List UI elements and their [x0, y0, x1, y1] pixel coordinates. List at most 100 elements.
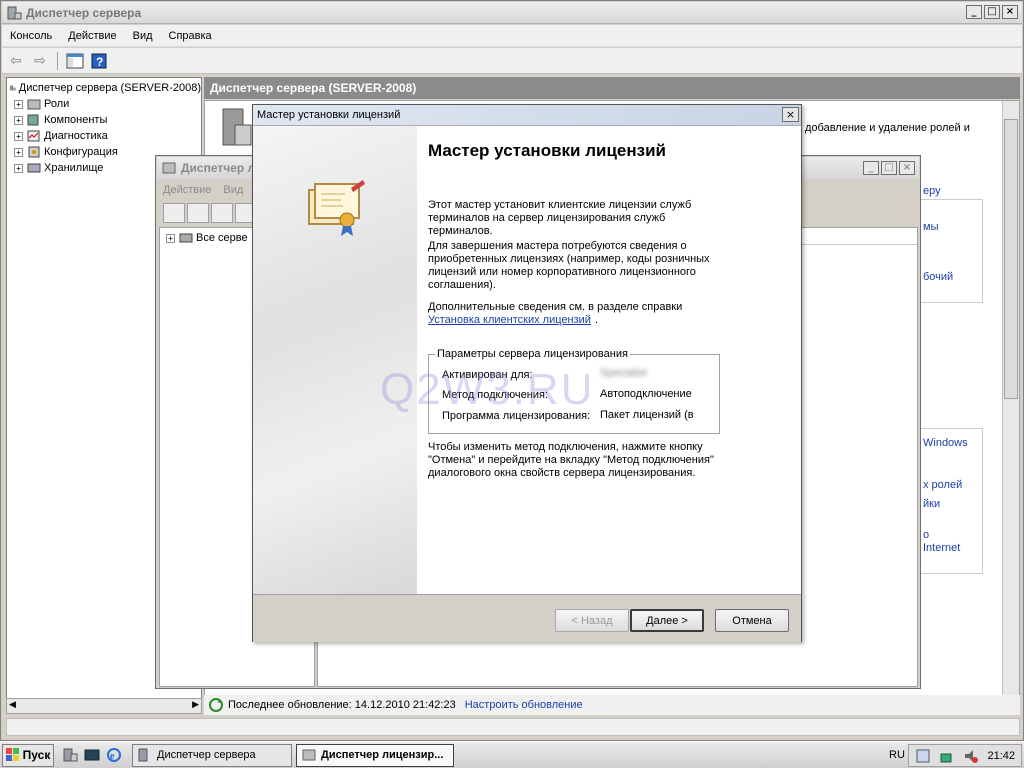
- tree-root[interactable]: Диспетчер сервера (SERVER-2008): [7, 80, 201, 96]
- wizard-requirements-text: Для завершения мастера потребуются сведе…: [428, 240, 710, 291]
- wizard-close-button[interactable]: ×: [782, 107, 799, 122]
- toolbar-separator: [57, 51, 58, 70]
- details-vertical-scrollbar[interactable]: [1002, 101, 1019, 695]
- network-icon[interactable]: [939, 748, 955, 764]
- back-button[interactable]: < Назад: [555, 609, 629, 632]
- menu-console[interactable]: Консоль: [2, 30, 60, 42]
- maximize-button[interactable]: □: [984, 5, 1000, 19]
- wizard-side-banner: [253, 126, 417, 594]
- last-update-text: Последнее обновление: 14.12.2010 21:42:2…: [228, 699, 456, 711]
- side-panel-box: [919, 199, 983, 303]
- menu-view[interactable]: Вид: [125, 30, 161, 42]
- expand-icon[interactable]: +: [14, 131, 23, 141]
- scroll-left-icon[interactable]: ◀: [9, 699, 16, 710]
- start-label: Пуск: [22, 748, 51, 762]
- tree-item-roles[interactable]: + Роли: [7, 96, 201, 112]
- diagnostics-icon: [27, 130, 40, 142]
- lic-tool-button[interactable]: [211, 203, 233, 223]
- show-hide-console-tree-icon[interactable]: [65, 51, 85, 71]
- task-label: Диспетчер сервера: [157, 749, 256, 761]
- clock[interactable]: 21:42: [987, 750, 1015, 762]
- period-text: .: [595, 314, 599, 326]
- wizard-intro-text: Этот мастер установит клиентские лицензи…: [428, 199, 692, 237]
- details-header: Диспетчер сервера (SERVER-2008): [204, 77, 1020, 99]
- wizard-help-text: Дополнительные сведения см. в разделе сп…: [428, 301, 683, 313]
- group-title: Параметры сервера лицензирования: [435, 348, 630, 360]
- task-label: Диспетчер лицензир...: [321, 749, 444, 761]
- expand-icon[interactable]: +: [14, 99, 23, 109]
- tree-horizontal-scrollbar[interactable]: ◀ ▶: [6, 698, 202, 714]
- lic-menu-view[interactable]: Вид: [217, 184, 249, 196]
- powershell-icon[interactable]: [84, 747, 100, 763]
- scroll-right-icon[interactable]: ▶: [192, 699, 199, 710]
- minimize-button[interactable]: _: [966, 5, 982, 19]
- configuration-icon: [28, 146, 40, 158]
- wizard-body: Мастер установки лицензий Этот мастер ус…: [428, 126, 798, 594]
- help-icon[interactable]: ?: [89, 51, 109, 71]
- server-manager-icon: [7, 6, 22, 19]
- refresh-icon[interactable]: [208, 697, 224, 713]
- tree-label-configuration: Конфигурация: [44, 146, 118, 158]
- expand-icon[interactable]: +: [166, 233, 175, 243]
- action-center-icon[interactable]: [915, 748, 931, 764]
- lic-tool-button[interactable]: [187, 203, 209, 223]
- tree-item-features[interactable]: + Компоненты: [7, 112, 201, 128]
- window-title: Диспетчер сервера: [26, 5, 142, 20]
- status-bar: Последнее обновление: 14.12.2010 21:42:2…: [204, 695, 1020, 715]
- servers-icon: [179, 233, 193, 243]
- scrollbar-thumb[interactable]: [1004, 119, 1018, 399]
- help-link[interactable]: Установка клиентских лицензий: [428, 314, 591, 327]
- expand-icon[interactable]: +: [14, 163, 23, 173]
- storage-icon: [27, 163, 41, 173]
- menu-help[interactable]: Справка: [161, 30, 220, 42]
- volume-icon[interactable]: [963, 748, 979, 764]
- menu-action[interactable]: Действие: [60, 30, 124, 42]
- side-panel-box-2: [919, 428, 983, 574]
- expand-icon[interactable]: +: [14, 115, 23, 125]
- internet-explorer-icon[interactable]: e: [106, 747, 122, 763]
- close-button[interactable]: ×: [1002, 5, 1018, 19]
- cancel-button[interactable]: Отмена: [715, 609, 789, 632]
- expand-icon[interactable]: +: [14, 147, 23, 157]
- back-arrow-icon[interactable]: ⇦: [6, 51, 26, 71]
- lic-minimize-button[interactable]: _: [863, 161, 879, 175]
- roles-summary-text: добавление и удаление ролей и: [805, 122, 970, 134]
- lic-close-button[interactable]: ×: [899, 161, 915, 175]
- lic-maximize-button[interactable]: □: [881, 161, 897, 175]
- license-manager-title: Диспетчер л: [181, 161, 256, 175]
- lic-menu-action[interactable]: Действие: [157, 184, 217, 196]
- program-value: Пакет лицензий (в: [600, 409, 694, 421]
- server-icon: [10, 85, 16, 91]
- license-manager-icon: [162, 162, 176, 174]
- wizard-title: Мастер установки лицензий: [257, 109, 401, 121]
- language-indicator[interactable]: RU: [889, 749, 905, 761]
- lic-tree-label: Все серве: [196, 232, 248, 244]
- wizard-title-bar: Мастер установки лицензий ×: [253, 105, 801, 126]
- toolbar: ⇦ ⇨ ?: [2, 48, 1022, 74]
- next-button[interactable]: Далее >: [630, 609, 704, 632]
- taskbar: Пуск e Диспетчер сервера Диспетчер лицен…: [0, 741, 1024, 768]
- license-manager-task-icon: [302, 749, 316, 761]
- tree-root-label: Диспетчер сервера (SERVER-2008): [18, 82, 201, 94]
- tree-label-roles: Роли: [44, 98, 70, 110]
- task-server-manager[interactable]: Диспетчер сервера: [132, 743, 292, 767]
- lic-tool-button[interactable]: [163, 203, 185, 223]
- svg-text:?: ?: [96, 55, 103, 69]
- change-method-text: Чтобы изменить метод подключения, нажмит…: [428, 441, 714, 479]
- roles-icon: [27, 99, 41, 110]
- fragment-link-1[interactable]: еру: [923, 185, 941, 197]
- forward-arrow-icon[interactable]: ⇨: [30, 51, 50, 71]
- server-manager-quicklaunch-icon[interactable]: [62, 747, 78, 763]
- svg-text:e: e: [110, 751, 115, 762]
- start-button[interactable]: Пуск: [2, 743, 54, 767]
- features-icon: [27, 114, 39, 126]
- task-license-manager[interactable]: Диспетчер лицензир...: [296, 743, 454, 767]
- quick-launch: e: [62, 747, 122, 763]
- watermark: Q2W3.RU: [380, 365, 595, 414]
- tree-item-diagnostics[interactable]: + Диагностика: [7, 128, 201, 144]
- windows-logo-icon: [5, 748, 19, 761]
- method-value: Автоподключение: [600, 388, 692, 400]
- configure-refresh-link[interactable]: Настроить обновление: [465, 699, 583, 711]
- menu-bar: Консоль Действие Вид Справка: [2, 25, 1022, 47]
- certificate-icon: [308, 180, 365, 236]
